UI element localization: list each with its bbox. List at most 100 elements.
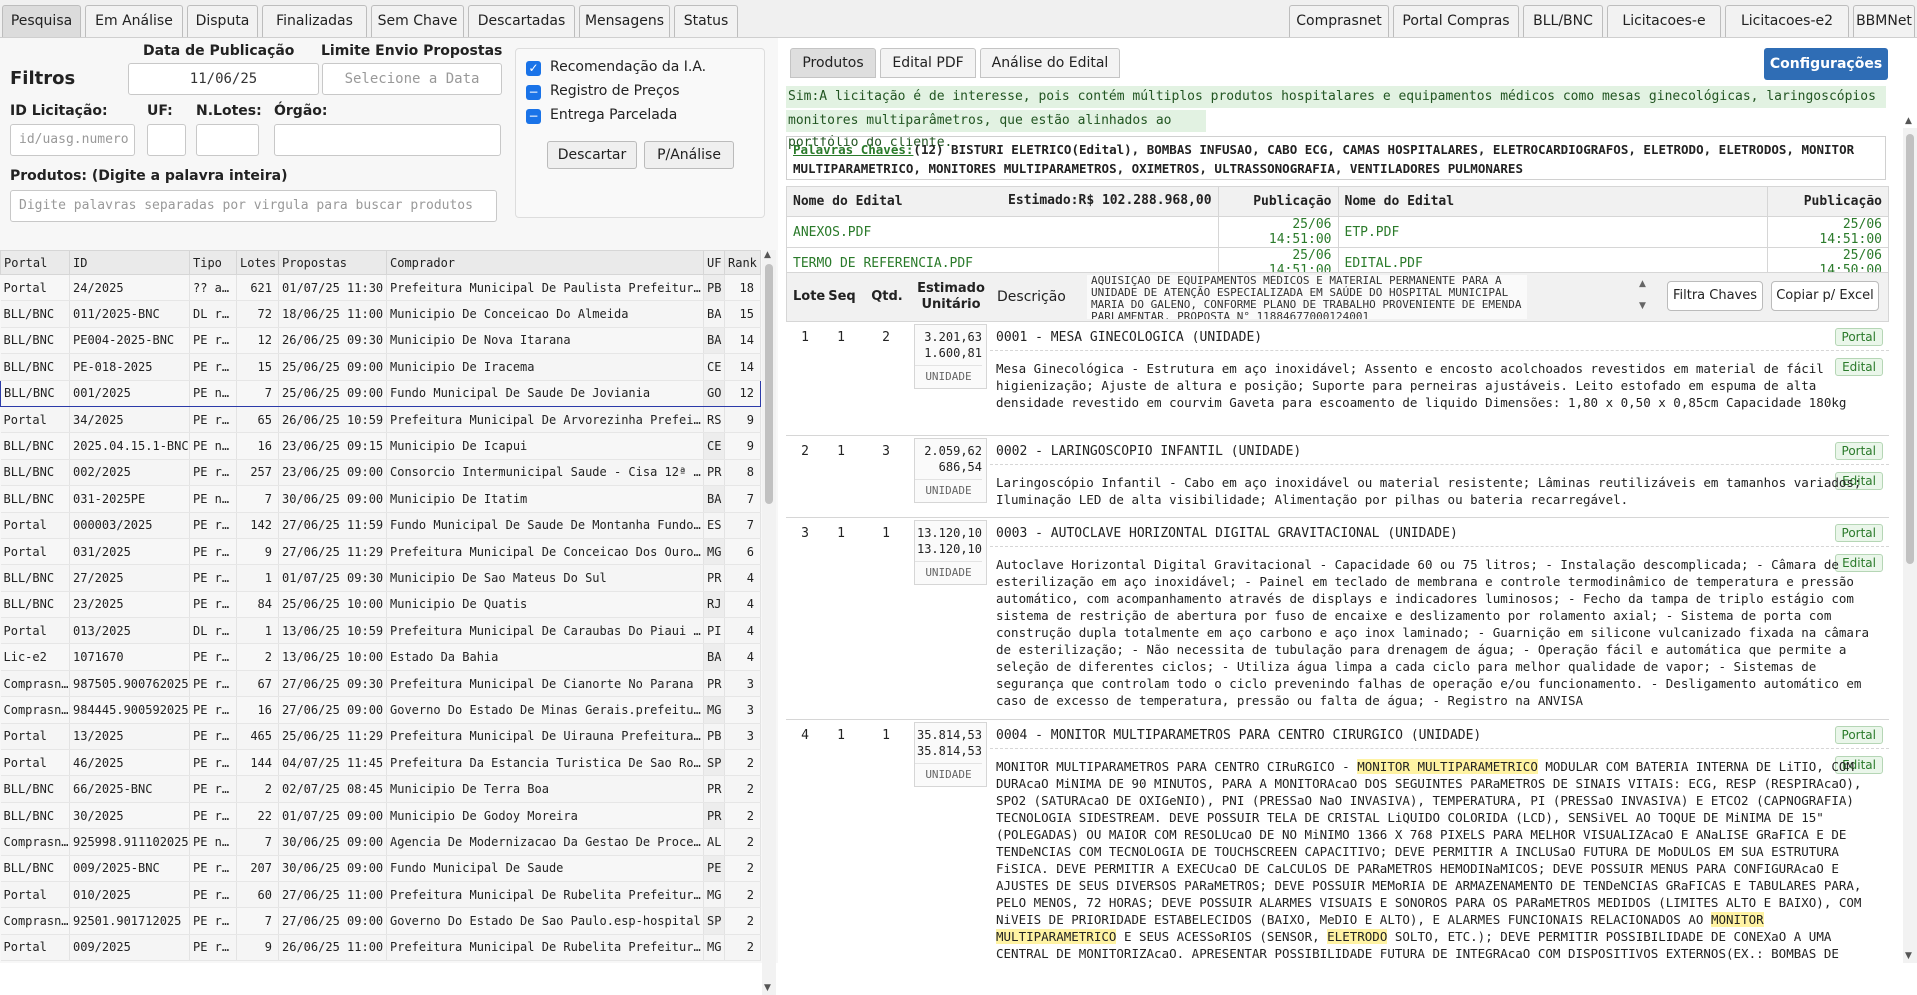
row-propostas: 25/06/25 10:00 xyxy=(278,591,387,619)
doc-link[interactable]: ETP.PDF xyxy=(1337,216,1769,248)
tab-mensagens[interactable]: Mensagens xyxy=(579,5,670,37)
row-tipo: DL reg xyxy=(189,617,237,645)
col-rank[interactable]: Rank xyxy=(724,250,761,275)
col-tipo[interactable]: Tipo xyxy=(189,250,237,275)
table-row[interactable]: BLL/BNC 001/2025 PE nrg 7 25/06/25 09:00 Fund… xyxy=(0,379,761,407)
tab-bll-bnc[interactable]: BLL/BNC xyxy=(1523,5,1603,37)
detail-scroll-down-icon[interactable]: ▼ xyxy=(1905,951,1912,961)
doc-link[interactable]: ANEXOS.PDF xyxy=(786,216,1219,248)
row-id: PE-018-2025 xyxy=(69,353,190,381)
row-id: 24/2025 xyxy=(69,274,190,302)
configuracoes-button[interactable]: Configurações xyxy=(1764,48,1888,80)
tab-finalizadas[interactable]: Finalizadas xyxy=(262,5,367,37)
portal-badge[interactable]: Portal xyxy=(1834,328,1883,346)
p-analise-button[interactable]: P/Análise xyxy=(644,141,734,169)
table-row[interactable]: Portal 24/2025?? adt 621 01/07/25 11:30 Pref… xyxy=(0,274,761,302)
table-row[interactable]: Comprasnet 925998.911102025 PE nrg 7 30/06/2… xyxy=(0,828,761,856)
table-row[interactable]: Portal 34/2025 PE reg 65 26/06/25 10:59 Prefe… xyxy=(0,406,761,434)
tab-descartadas[interactable]: Descartadas xyxy=(468,5,575,37)
table-row[interactable]: BLL/BNC 009/2025-BNC PE reg 207 30/06/25 09:… xyxy=(0,855,761,882)
descartar-button[interactable]: Descartar xyxy=(547,141,637,169)
tab-licitacoes-e2[interactable]: Licitacoes-e2 xyxy=(1725,5,1849,37)
tab-edital-pdf[interactable]: Edital PDF xyxy=(880,48,976,78)
row-tipo: PE reg xyxy=(189,564,237,592)
tab-status[interactable]: Status xyxy=(674,5,738,37)
filtra-chaves-button[interactable]: Filtra Chaves xyxy=(1667,281,1763,311)
table-row[interactable]: BLL/BNC 002/2025 PE reg 257 23/06/25 09:00 Co… xyxy=(0,459,761,487)
object-scroll-up-icon[interactable]: ▲ xyxy=(1639,279,1646,289)
col-id[interactable]: ID xyxy=(69,250,190,275)
keywords-link[interactable]: Palavras Chaves: xyxy=(793,142,913,157)
checkbox-registro-indeterminate-icon[interactable]: − xyxy=(526,85,541,100)
table-row[interactable]: Portal 009/2025 PE reg 9 26/06/25 11:00 Prefe… xyxy=(0,934,761,962)
copiar-excel-button[interactable]: Copiar p/ Excel xyxy=(1771,281,1879,311)
table-row[interactable]: Portal 000003/2025 PE reg 142 27/06/25 11:59… xyxy=(0,512,761,539)
table-row[interactable]: BLL/BNC 2025.04.15.1-BNC PE nrg 16 23/06/25 … xyxy=(0,432,761,460)
item-row: 1 1 2 3.201,63 1.600,81 UNIDADE 0001 - MES… xyxy=(786,322,1889,436)
detail-scrollbar[interactable]: ▲ ▼ xyxy=(1903,116,1917,963)
tab-disputa[interactable]: Disputa xyxy=(187,5,258,37)
item-estimado: 13.120,10 13.120,10 UNIDADE xyxy=(914,520,987,585)
tab-licitacoes-e[interactable]: Licitacoes-e xyxy=(1607,5,1721,37)
tab-sem-chave[interactable]: Sem Chave xyxy=(371,5,464,37)
tab-pesquisa[interactable]: Pesquisa xyxy=(2,5,81,37)
col-comprador[interactable]: Comprador xyxy=(386,250,704,275)
tab-comprasnet[interactable]: Comprasnet xyxy=(1289,5,1389,37)
detail-scroll-thumb[interactable] xyxy=(1906,134,1914,564)
table-row[interactable]: BLL/BNC 011/2025-BNC DL reg 72 18/06/25 11:0… xyxy=(0,300,761,328)
tab-bbmnet[interactable]: BBMNet xyxy=(1853,5,1915,37)
checkbox-entrega-indeterminate-icon[interactable]: − xyxy=(526,109,541,124)
table-row[interactable]: Comprasnet 987505.900762025 PE reg 67 27/06/… xyxy=(0,670,761,698)
row-rank: 2 xyxy=(724,907,761,935)
portal-badge[interactable]: Portal xyxy=(1834,524,1883,542)
table-row[interactable]: Comprasnet 92501.901712025 PE reg 7 27/06/25… xyxy=(0,907,761,935)
table-row[interactable]: BLL/BNC PE-018-2025 PE reg 15 25/06/25 09:00… xyxy=(0,353,761,381)
scroll-up-icon[interactable]: ▲ xyxy=(764,250,771,260)
table-row[interactable]: Portal 031/2025 PE reg 9 27/06/25 11:29 Prefe… xyxy=(0,538,761,566)
portal-badge[interactable]: Portal xyxy=(1834,726,1883,744)
id-input[interactable]: id/uasg.numero xyxy=(10,124,135,156)
produtos-input[interactable]: Digite palavras separadas por virgula pa… xyxy=(10,190,497,222)
item-title: 0002 - LARINGOSCOPIO INFANTIL (UNIDADE) xyxy=(996,444,1302,459)
table-row[interactable]: BLL/BNC PE004-2025-BNC PE reg 12 26/06/25 09… xyxy=(0,327,761,355)
table-row[interactable]: Portal 010/2025 PE reg 60 27/06/25 11:00 Pref… xyxy=(0,881,761,909)
limit-date-input[interactable]: Selecione a Data xyxy=(322,63,502,95)
table-row[interactable]: Portal 46/2025 PE reg 144 04/07/25 11:45 Pref… xyxy=(0,749,761,777)
tab-portal-compras[interactable]: Portal Compras xyxy=(1393,5,1519,37)
table-row[interactable]: Comprasnet 984445.900592025 PE reg 16 27/06/… xyxy=(0,696,761,724)
scroll-thumb[interactable] xyxy=(765,264,773,504)
table-row[interactable]: BLL/BNC 031-2025PE PE nrg 7 30/06/25 09:00 Mu… xyxy=(0,485,761,513)
detail-scroll-up-icon[interactable]: ▲ xyxy=(1905,116,1912,126)
item-seq: 1 xyxy=(837,728,845,743)
table-row[interactable]: BLL/BNC 23/2025 PE reg 84 25/06/25 10:00 Muni… xyxy=(0,591,761,619)
uf-input[interactable] xyxy=(147,124,186,156)
scroll-down-icon[interactable]: ▼ xyxy=(764,983,771,993)
row-uf: CE xyxy=(703,432,725,460)
table-scrollbar[interactable]: ▲ ▼ xyxy=(762,250,776,995)
col-propostas[interactable]: Propostas xyxy=(278,250,387,275)
col-lotes[interactable]: Lotes xyxy=(236,250,279,275)
col-uf[interactable]: UF xyxy=(703,250,725,275)
tab-em-analise[interactable]: Em Análise xyxy=(85,5,183,37)
orgao-input[interactable] xyxy=(274,124,501,156)
tab-produtos[interactable]: Produtos xyxy=(790,48,876,78)
pub-date-input[interactable]: 11/06/25 xyxy=(128,63,319,95)
row-id: 001/2025 xyxy=(69,379,190,407)
table-row[interactable]: BLL/BNC 66/2025-BNC PE reg 2 02/07/25 08:45 M… xyxy=(0,775,761,803)
table-row[interactable]: Portal 13/2025 PE reg 465 25/06/25 11:29 Pref… xyxy=(0,723,761,751)
table-row[interactable]: BLL/BNC 30/2025 PE reg 22 01/07/25 09:00 Muni… xyxy=(0,802,761,830)
tab-analise-edital[interactable]: Análise do Edital xyxy=(980,48,1120,78)
lotes-input[interactable] xyxy=(196,124,259,156)
col-portal[interactable]: Portal xyxy=(0,250,70,275)
doc-col-nome-2: Nome do Edital xyxy=(1337,186,1769,217)
opt-ia-label: Recomendação da I.A. xyxy=(550,59,707,75)
table-row[interactable]: Portal 013/2025 DL reg 1 13/06/25 10:59 Prefe… xyxy=(0,617,761,645)
row-tipo: PE nrg xyxy=(189,432,237,460)
table-row[interactable]: Lic-e2 1071670 PE reg 2 13/06/25 10:00 Estado… xyxy=(0,643,761,671)
object-scroll-down-icon[interactable]: ▼ xyxy=(1639,301,1646,311)
checkbox-ia-checked-icon[interactable]: ✓ xyxy=(526,61,541,76)
row-tipo: PE reg xyxy=(189,696,237,724)
table-row[interactable]: BLL/BNC 27/2025 PE reg 1 01/07/25 09:30 Munic… xyxy=(0,564,761,592)
portal-badge[interactable]: Portal xyxy=(1834,442,1883,460)
row-portal: BLL/BNC xyxy=(0,855,70,882)
